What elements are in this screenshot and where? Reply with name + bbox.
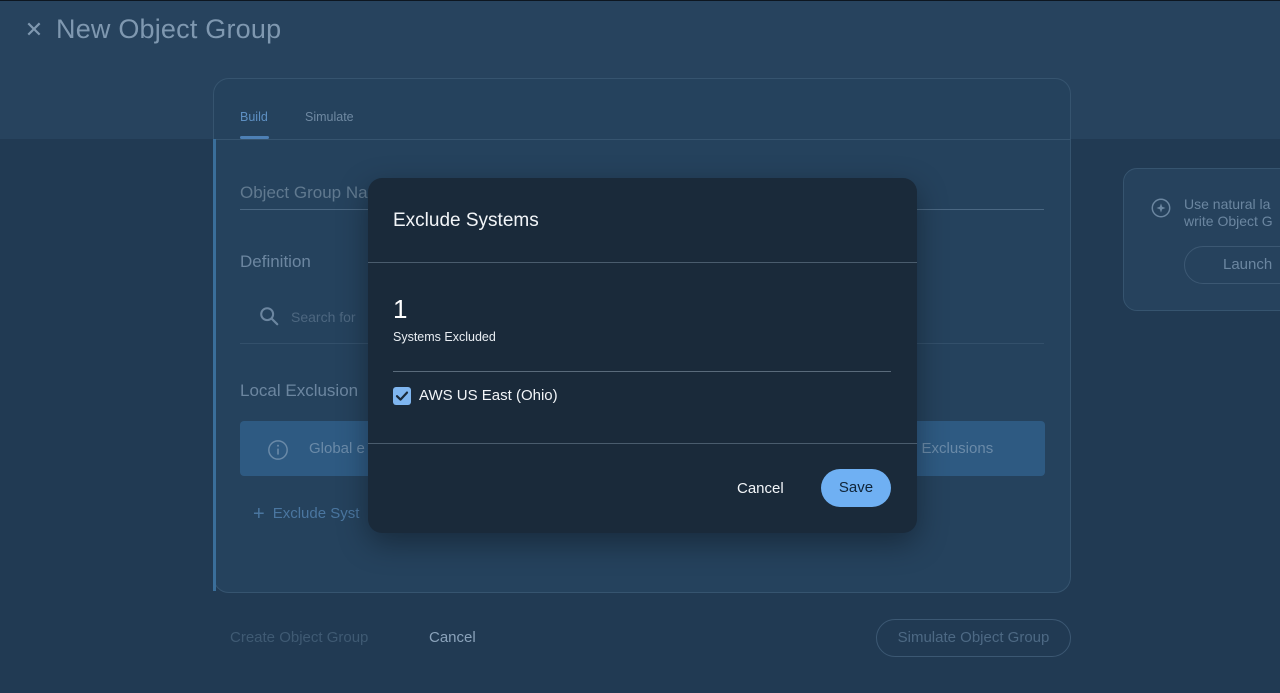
exclude-systems-dialog: Exclude Systems 1 Systems Excluded AWS U… — [368, 178, 917, 533]
launch-button[interactable]: Launch — [1184, 246, 1280, 284]
excluded-count-label: Systems Excluded — [393, 330, 496, 344]
dialog-title: Exclude Systems — [393, 210, 539, 231]
simulate-object-group-button[interactable]: Simulate Object Group — [876, 619, 1071, 657]
definition-search-input[interactable]: Search for — [291, 309, 356, 325]
tabs-divider — [214, 139, 1070, 140]
banner-text: Global e — [309, 440, 365, 457]
side-text-line-1: Use natural la — [1184, 196, 1271, 212]
dialog-footer-divider — [368, 443, 917, 444]
close-icon[interactable]: ✕ — [22, 18, 46, 42]
search-icon — [260, 307, 279, 326]
system-checkbox[interactable] — [393, 387, 411, 405]
page-title: New Object Group — [56, 14, 282, 44]
tab-build[interactable]: Build — [240, 110, 268, 124]
plus-icon: + — [253, 503, 265, 525]
dialog-save-button[interactable]: Save — [821, 469, 891, 507]
cancel-button[interactable]: Cancel — [429, 629, 476, 646]
local-exclusions-heading: Local Exclusion — [240, 381, 359, 400]
side-text-line-2: write Object G — [1184, 213, 1273, 229]
global-exclusions-link[interactable]: l Exclusions — [914, 440, 993, 457]
natural-language-text: Use natural la write Object G — [1184, 196, 1280, 230]
definition-heading: Definition — [240, 252, 311, 271]
dialog-cancel-button[interactable]: Cancel — [737, 480, 784, 497]
exclude-systems-button[interactable]: + Exclude Syst — [253, 503, 359, 526]
system-label[interactable]: AWS US East (Ohio) — [419, 387, 558, 404]
create-object-group-button[interactable]: Create Object Group — [230, 629, 368, 646]
checkmark-icon — [395, 391, 409, 401]
excluded-count: 1 — [393, 294, 408, 324]
tab-simulate[interactable]: Simulate — [305, 110, 354, 124]
dialog-header-divider — [368, 262, 917, 263]
natural-language-panel — [1123, 168, 1280, 311]
object-group-name-field[interactable]: Object Group Na — [240, 183, 368, 203]
sparkle-icon — [1151, 198, 1171, 218]
info-icon — [268, 440, 288, 460]
card-accent-bar — [213, 139, 216, 591]
systems-list-divider — [393, 371, 891, 372]
exclude-systems-label: Exclude Syst — [272, 505, 360, 522]
